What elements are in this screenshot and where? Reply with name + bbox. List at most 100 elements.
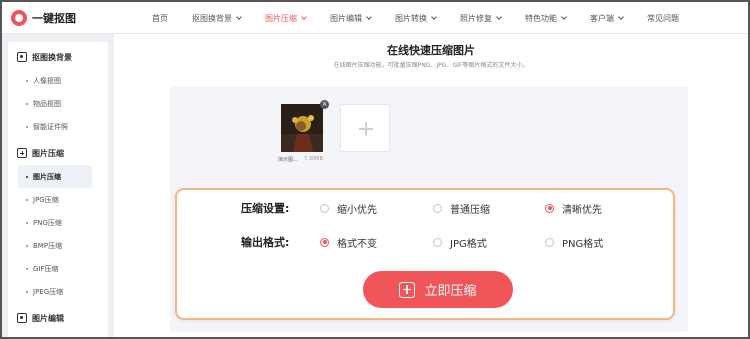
logo-text: 一键抠图 [32, 12, 76, 25]
sidebar-group-label: 图片编辑 [32, 313, 64, 323]
chevron-down-icon [496, 13, 502, 20]
sidebar-item-label: 人像抠图 [33, 76, 61, 85]
logo-icon [11, 10, 27, 26]
radio-shrink-first[interactable]: 缩小优先 [320, 201, 377, 216]
radio-icon[interactable] [433, 203, 442, 213]
nav-item-features[interactable]: 特色功能 [525, 13, 567, 24]
nav-item-compress[interactable]: 图片压缩 [265, 13, 307, 24]
compress-now-label: 立即压缩 [424, 284, 477, 299]
image-edit-icon [17, 313, 27, 323]
nav-label: 图片编辑 [330, 13, 362, 23]
radio-label: 清晰优先 [562, 204, 602, 216]
compress-settings-panel: 压缩设置: 缩小优先 普通压缩 清晰优先 输出格式: 格式不变 JPG格式 PN… [175, 188, 675, 320]
radio-icon[interactable] [545, 237, 554, 247]
chevron-down-icon [236, 13, 242, 20]
sidebar-group-label: 抠图换背景 [32, 52, 72, 62]
chevron-down-icon [618, 13, 624, 20]
compress-setting-row: 压缩设置: 缩小优先 普通压缩 清晰优先 [177, 198, 677, 218]
sidebar-item-id-photo[interactable]: 智能证件照 [8, 115, 108, 138]
output-format-row: 输出格式: 格式不变 JPG格式 PNG格式 [177, 232, 677, 252]
image-cutout-icon [17, 52, 27, 62]
nav-item-convert[interactable]: 图片转换 [395, 13, 437, 24]
sidebar-item-portrait-cutout[interactable]: 人像抠图 [8, 69, 108, 92]
radio-label: 格式不变 [337, 238, 377, 250]
sidebar-item-object-cutout[interactable]: 物品抠图 [8, 92, 108, 115]
nav-label: 抠图换背景 [192, 13, 232, 23]
chevron-down-icon [561, 13, 567, 20]
nav-label: 图片压缩 [265, 13, 297, 23]
nav-item-edit[interactable]: 图片编辑 [330, 13, 372, 24]
sidebar: 抠图换背景 人像抠图 物品抠图 智能证件照 图片压缩 图片压缩 JPG压缩 PN… [8, 42, 108, 337]
page-title: 在线快速压缩图片 [387, 44, 475, 57]
radio-icon[interactable] [320, 203, 329, 213]
file-size: 7.30MB [304, 156, 323, 162]
compress-icon [17, 148, 27, 158]
nav-label: 特色功能 [525, 13, 557, 23]
chevron-down-icon [366, 13, 372, 20]
chevron-down-icon [431, 13, 437, 20]
bullet-icon [26, 125, 28, 128]
radio-label: PNG格式 [562, 238, 604, 250]
radio-format-unchanged[interactable]: 格式不变 [320, 235, 377, 250]
nav-label: 照片修复 [460, 13, 492, 23]
bullet-icon [26, 290, 28, 293]
image-thumbnail[interactable] [281, 104, 323, 152]
chevron-down-icon [301, 13, 307, 20]
compress-now-button[interactable]: 立即压缩 [363, 271, 513, 308]
nav-item-home[interactable]: 首页 [152, 13, 168, 24]
radio-label: 普通压缩 [450, 204, 490, 216]
bullet-icon [26, 175, 28, 178]
sidebar-group-compress[interactable]: 图片压缩 [8, 141, 108, 165]
main-nav: 首页 抠图换背景 图片压缩 图片编辑 图片转换 照片修复 特色功能 客户端 常见… [152, 2, 703, 34]
nav-label: 常见问题 [647, 13, 679, 23]
output-format-label: 输出格式: [241, 236, 290, 249]
radio-format-png[interactable]: PNG格式 [545, 235, 603, 250]
sidebar-item-label: BMP压缩 [33, 241, 63, 250]
add-image-button[interactable] [340, 104, 390, 152]
sidebar-group-edit[interactable]: 图片编辑 [8, 306, 108, 330]
app-window: 一键抠图 首页 抠图换背景 图片压缩 图片编辑 图片转换 照片修复 特色功能 客… [0, 0, 750, 339]
radio-clarity-first[interactable]: 清晰优先 [545, 201, 602, 216]
nav-item-restore[interactable]: 照片修复 [460, 13, 502, 24]
sidebar-item-image-compress[interactable]: 图片压缩 [18, 165, 92, 188]
top-header: 一键抠图 首页 抠图换背景 图片压缩 图片编辑 图片转换 照片修复 特色功能 客… [2, 2, 748, 34]
sidebar-item-label: 智能证件照 [33, 122, 68, 131]
sidebar-item-jpg-compress[interactable]: JPG压缩 [8, 188, 108, 211]
sidebar-item-label: JPEG压缩 [33, 287, 64, 296]
sidebar-item-label: 物品抠图 [33, 99, 61, 108]
sidebar-item-png-compress[interactable]: PNG压缩 [8, 211, 108, 234]
radio-selected-icon[interactable] [545, 203, 554, 213]
nav-label: 首页 [152, 13, 168, 23]
sidebar-item-label: JPG压缩 [33, 195, 59, 204]
compress-setting-label: 压缩设置: [241, 202, 290, 215]
bullet-icon [26, 244, 28, 247]
radio-label: 缩小优先 [337, 204, 377, 216]
radio-icon[interactable] [433, 237, 442, 247]
nav-item-faq[interactable]: 常见问题 [647, 13, 679, 24]
logo[interactable]: 一键抠图 [11, 9, 76, 27]
sidebar-item-jpeg-compress[interactable]: JPEG压缩 [8, 280, 108, 303]
sidebar-group-label: 图片压缩 [32, 148, 64, 158]
nav-label: 图片转换 [395, 13, 427, 23]
sidebar-item-gif-compress[interactable]: GIF压缩 [8, 257, 108, 280]
bullet-icon [26, 267, 28, 270]
nav-item-client[interactable]: 客户端 [590, 13, 624, 24]
bullet-icon [26, 79, 28, 82]
page-subtitle: 在线图片压缩功能，可批量压缩PNG、JPG、GIF等图片格式的文件大小。 [333, 62, 529, 69]
radio-selected-icon[interactable] [320, 237, 329, 247]
sidebar-group-cutout[interactable]: 抠图换背景 [8, 45, 108, 69]
sidebar-item-label: 图片压缩 [33, 172, 61, 181]
compress-icon [399, 281, 416, 298]
radio-format-jpg[interactable]: JPG格式 [433, 235, 487, 250]
sidebar-item-label: GIF压缩 [33, 264, 59, 273]
nav-item-cutout[interactable]: 抠图换背景 [192, 13, 242, 24]
radio-normal-compress[interactable]: 普通压缩 [433, 201, 490, 216]
thumbnail-image [281, 104, 323, 152]
sidebar-item-label: PNG压缩 [33, 218, 62, 227]
bullet-icon [26, 198, 28, 201]
bullet-icon [26, 102, 28, 105]
sidebar-item-bmp-compress[interactable]: BMP压缩 [8, 234, 108, 257]
nav-label: 客户端 [590, 13, 614, 23]
bullet-icon [26, 221, 28, 224]
remove-image-icon[interactable]: × [320, 100, 329, 109]
